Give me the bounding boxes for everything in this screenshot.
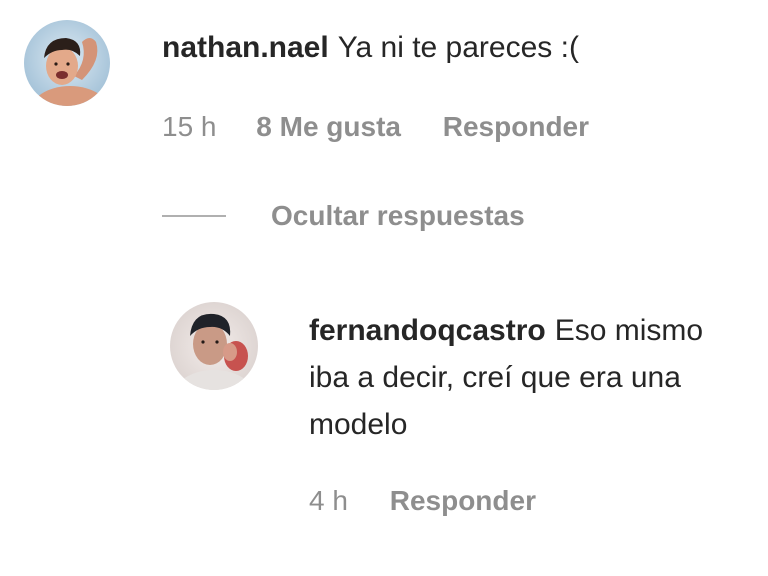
user-avatar-icon [170,302,258,390]
comment-text: Ya ni te pareces :( [337,31,579,64]
avatar[interactable] [170,302,258,390]
user-avatar-icon [24,20,110,106]
hide-replies-button[interactable]: Ocultar respuestas [162,200,525,232]
avatar[interactable] [24,20,110,106]
comment-thread: nathan.nael Ya ni te pareces :( 15 h 8 Me… [0,0,768,576]
replies-divider [162,215,226,217]
comment-timestamp[interactable]: 4 h [309,485,348,517]
reply-button[interactable]: Responder [443,111,589,143]
comment-username[interactable]: nathan.nael [162,31,329,64]
reply-button[interactable]: Responder [390,485,536,517]
reply-body: fernandoqcastro Eso mismo iba a decir, cr… [309,307,729,448]
comment-body: nathan.nael Ya ni te pareces :( [162,24,742,71]
comment-timestamp[interactable]: 15 h [162,111,217,143]
comment-meta: 15 h 8 Me gusta Responder [162,111,589,143]
comment-username[interactable]: fernandoqcastro [309,314,546,347]
likes-count-button[interactable]: 8 Me gusta [256,111,401,143]
comment-meta: 4 h Responder [309,485,536,517]
hide-replies-label: Ocultar respuestas [271,200,525,231]
